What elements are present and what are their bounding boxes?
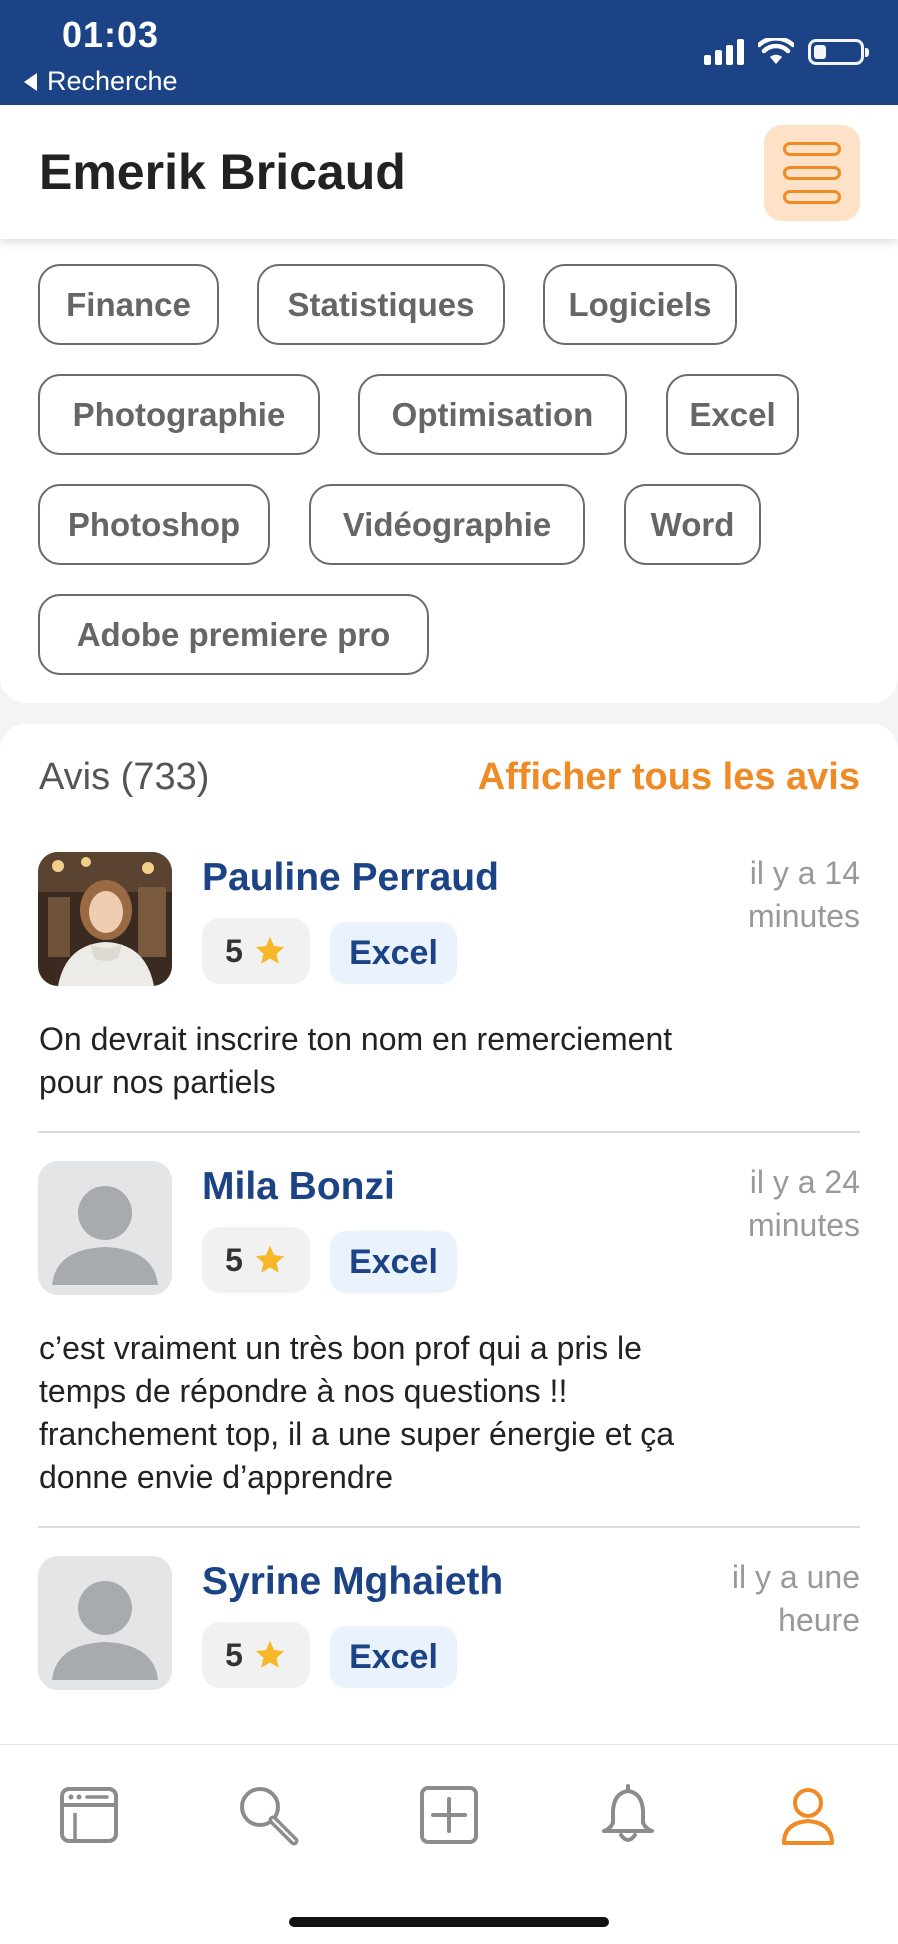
subject-chip: Excel <box>330 922 457 984</box>
review-time: il y a 24 minutes <box>747 1164 860 1243</box>
hamburger-icon <box>783 166 841 180</box>
show-all-reviews-link[interactable]: Afficher tous les avis <box>478 756 860 799</box>
reviewer-name[interactable]: Mila Bonzi <box>202 1165 395 1209</box>
signal-icon <box>704 39 744 65</box>
rating-badge: 5 <box>202 1622 310 1688</box>
profile-header: Emerik Bricaud <box>0 105 898 239</box>
avatar[interactable] <box>38 1161 172 1295</box>
subject-chip: Excel <box>330 1626 457 1688</box>
wifi-icon <box>758 38 794 64</box>
skill-tag[interactable]: Optimisation <box>358 374 627 455</box>
skill-tag[interactable]: Logiciels <box>543 264 737 345</box>
nav-search-icon[interactable] <box>223 1775 313 1855</box>
skill-tag[interactable]: Word <box>624 484 761 565</box>
subject-chip: Excel <box>330 1231 457 1293</box>
skill-tag[interactable]: Vidéographie <box>309 484 585 565</box>
browser-window-icon <box>60 1787 118 1843</box>
skill-tag[interactable]: Photoshop <box>38 484 270 565</box>
avatar[interactable] <box>38 852 172 986</box>
reviews-count-title: Avis (733) <box>39 756 210 798</box>
profile-photo <box>38 852 172 986</box>
back-triangle-icon <box>24 72 37 91</box>
divider <box>38 1526 860 1528</box>
nav-bell-icon[interactable] <box>583 1775 673 1855</box>
back-to-app-button[interactable]: Recherche <box>24 66 178 97</box>
review-text: On devrait inscrire ton nom en remerciem… <box>39 1021 673 1100</box>
add-square-icon <box>420 1786 478 1844</box>
skill-tag[interactable]: Statistiques <box>257 264 505 345</box>
status-bar: 01:03 Recherche <box>0 0 898 105</box>
back-label: Recherche <box>47 66 178 96</box>
skills-card: Finance Statistiques Logiciels Photograp… <box>0 239 898 703</box>
reviews-card: Avis (733) Afficher tous les avis Paulin… <box>0 724 898 1744</box>
nav-user-icon[interactable] <box>763 1775 853 1855</box>
review-time: il y a 14 minutes <box>747 855 860 934</box>
avatar[interactable] <box>38 1556 172 1690</box>
hamburger-icon <box>783 142 841 156</box>
skill-tag[interactable]: Finance <box>38 264 219 345</box>
rating-value: 5 <box>225 932 243 969</box>
rating-value: 5 <box>225 1241 243 1278</box>
user-placeholder-icon <box>38 1161 172 1295</box>
star-icon <box>255 936 285 964</box>
status-time: 01:03 <box>62 14 160 55</box>
skill-tag[interactable]: Photographie <box>38 374 320 455</box>
battery-icon <box>808 39 869 65</box>
star-icon <box>255 1640 285 1668</box>
review-time: il y a une heure <box>731 1559 860 1638</box>
menu-button[interactable] <box>764 125 860 221</box>
nav-browser-window-icon[interactable] <box>44 1775 134 1855</box>
user-placeholder-icon <box>38 1556 172 1690</box>
user-icon <box>782 1788 834 1845</box>
hamburger-icon <box>783 190 841 204</box>
search-icon <box>240 1787 299 1846</box>
review-text: c’est vraiment un très bon prof qui a pr… <box>39 1330 675 1495</box>
divider <box>38 1131 860 1133</box>
skill-tag[interactable]: Excel <box>666 374 799 455</box>
nav-add-square-icon[interactable] <box>404 1775 494 1855</box>
rating-value: 5 <box>225 1636 243 1673</box>
bell-icon <box>602 1784 654 1842</box>
star-icon <box>255 1245 285 1273</box>
reviewer-name[interactable]: Syrine Mghaieth <box>202 1560 503 1604</box>
rating-badge: 5 <box>202 1227 310 1293</box>
bottom-nav <box>0 1744 898 1944</box>
home-indicator[interactable] <box>289 1917 609 1927</box>
reviewer-name[interactable]: Pauline Perraud <box>202 856 499 900</box>
page-title: Emerik Bricaud <box>39 144 406 200</box>
status-icons <box>704 38 869 66</box>
skill-tag[interactable]: Adobe premiere pro <box>38 594 429 675</box>
rating-badge: 5 <box>202 918 310 984</box>
